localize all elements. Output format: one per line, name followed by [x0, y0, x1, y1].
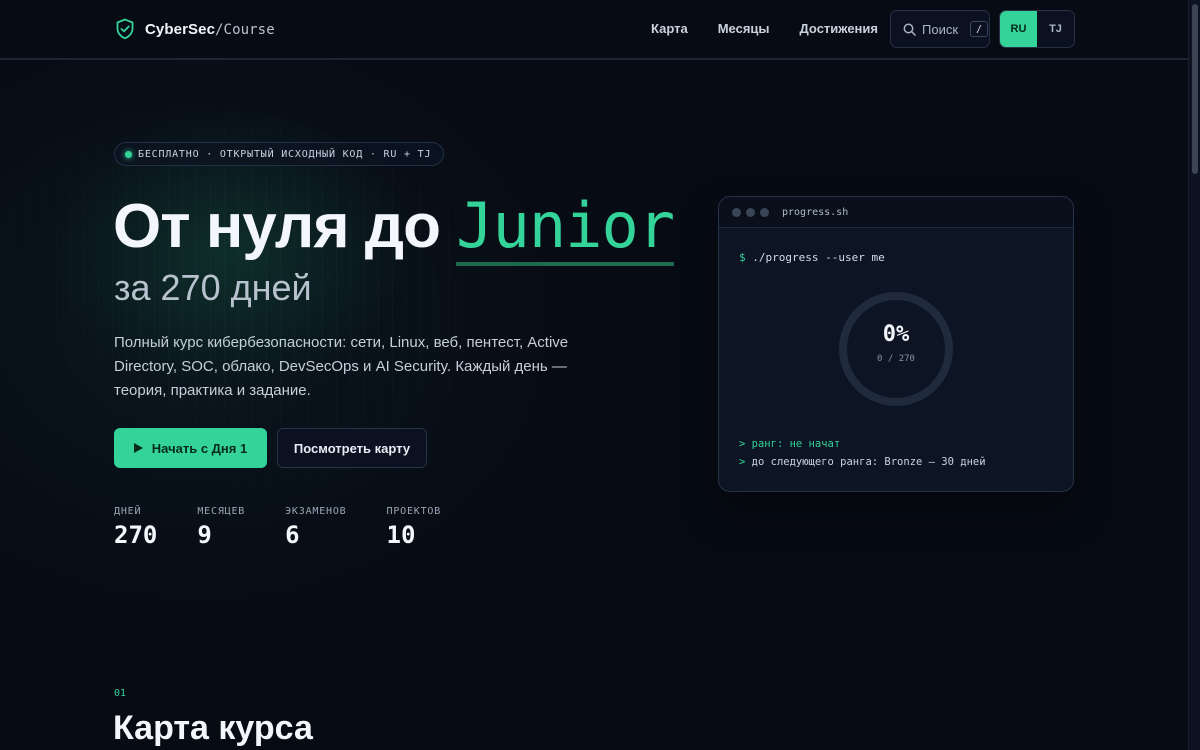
- progress-terminal: progress.sh $ ./progress --user me 0% 0 …: [718, 196, 1074, 492]
- nav-link-map[interactable]: Карта: [651, 21, 688, 36]
- section-title: Карта курса: [113, 709, 313, 747]
- rank-text: ранг: не начат: [751, 438, 841, 450]
- stat-exams: ЭКЗАМЕНОВ 6: [285, 506, 346, 549]
- window-dot-icon: [746, 207, 755, 217]
- language-switcher: RU TJ: [999, 10, 1075, 48]
- terminal-titlebar: progress.sh: [719, 197, 1073, 228]
- stat-value: 6: [285, 521, 300, 549]
- progress-count: 0 / 270: [877, 354, 915, 364]
- terminal-prompt: $: [739, 251, 746, 264]
- search-label: Поиск: [922, 21, 959, 37]
- brand-name: CyberSec/Course: [145, 20, 275, 38]
- hero-title-prefix: От нуля до: [113, 192, 457, 261]
- stat-days: ДНЕЙ 270: [114, 506, 157, 549]
- hero-badge: БЕСПЛАТНО · ОТКРЫТЫЙ ИСХОДНЫЙ КОД · RU +…: [114, 142, 445, 166]
- stat-value: 10: [386, 521, 416, 549]
- next-rank-line: > до следующего ранга: Bronze — 30 дней: [739, 456, 986, 468]
- scrollbar-thumb[interactable]: [1192, 4, 1198, 174]
- stat-months: МЕСЯЦЕВ 9: [197, 506, 245, 549]
- hero-title-accent: Junior: [456, 189, 675, 266]
- stat-value: 9: [197, 521, 212, 549]
- progress-ring: [839, 292, 953, 406]
- terminal-command: $ ./progress --user me: [739, 251, 885, 264]
- stat-value: 270: [114, 521, 158, 549]
- status-dot: [125, 150, 132, 158]
- nav-link-achievements[interactable]: Достижения: [800, 21, 878, 36]
- next-rank-text: до следующего ранга: Bronze — 30 дней: [751, 456, 986, 468]
- terminal-title: progress.sh: [782, 206, 849, 218]
- line-prefix: >: [739, 438, 746, 450]
- play-icon: [133, 443, 143, 453]
- page-scrollbar[interactable]: [1188, 0, 1200, 750]
- stat-label: ЭКЗАМЕНОВ: [285, 506, 347, 517]
- progress-percent: 0%: [882, 322, 910, 347]
- search-shortcut-key: /: [970, 21, 989, 37]
- site-header: CyberSec/Course Карта Месяцы Достижения …: [0, 0, 1188, 60]
- stat-label: ПРОЕКТОВ: [386, 506, 442, 517]
- hero-stats: ДНЕЙ 270 МЕСЯЦЕВ 9 ЭКЗАМЕНОВ 6 ПРОЕКТОВ …: [114, 506, 481, 549]
- logo[interactable]: CyberSec/Course: [115, 18, 275, 40]
- window-dot-icon: [760, 207, 769, 217]
- search-button[interactable]: Поиск /: [890, 10, 990, 48]
- lang-tj-button[interactable]: TJ: [1037, 11, 1074, 47]
- terminal-command-text: ./progress --user me: [752, 251, 885, 264]
- line-prefix: >: [739, 456, 746, 468]
- search-icon: [903, 23, 916, 36]
- start-button-label: Начать с Дня 1: [151, 440, 248, 456]
- lang-ru-button[interactable]: RU: [1000, 11, 1037, 47]
- window-dot-icon: [732, 207, 741, 217]
- stat-label: ДНЕЙ: [114, 506, 142, 517]
- badge-text: БЕСПЛАТНО · ОТКРЫТЫЙ ИСХОДНЫЙ КОД · RU +…: [138, 148, 432, 160]
- brand-suffix: /Course: [215, 21, 275, 38]
- hero-background-grid: [0, 60, 700, 580]
- hero-title: От нуля до Junior: [113, 188, 675, 266]
- hero-subtitle: за 270 дней: [114, 267, 312, 308]
- hero-description: Полный курс кибербезопасности: сети, Lin…: [114, 334, 569, 399]
- rank-line: > ранг: не начат: [739, 438, 840, 450]
- nav-link-months[interactable]: Месяцы: [718, 21, 770, 36]
- section-number: 01: [114, 688, 127, 699]
- shield-check-icon: [116, 18, 134, 40]
- stat-projects: ПРОЕКТОВ 10: [387, 506, 442, 549]
- start-day-1-button[interactable]: Начать с Дня 1: [114, 428, 267, 468]
- main-nav: Карта Месяцы Достижения: [651, 21, 878, 36]
- view-map-button[interactable]: Посмотреть карту: [277, 428, 427, 468]
- stat-label: МЕСЯЦЕВ: [197, 506, 246, 517]
